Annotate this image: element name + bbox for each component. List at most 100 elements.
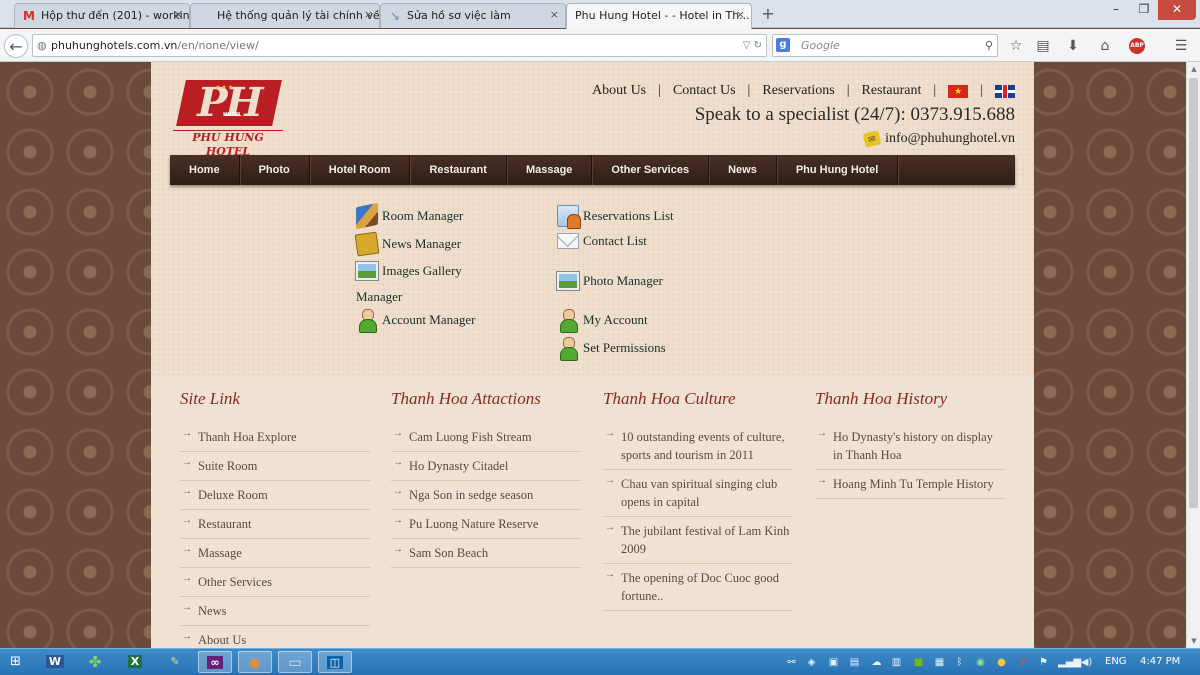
volume-tray-icon[interactable]: ◀) bbox=[1080, 655, 1093, 670]
nav-news[interactable]: News bbox=[709, 155, 777, 185]
list-item[interactable]: → Thanh Hoa Explore bbox=[180, 423, 370, 452]
list-item[interactable]: → Ho Dynasty's history on display in Than… bbox=[815, 423, 1005, 470]
new-tab-button[interactable]: + bbox=[758, 4, 778, 24]
bookmark-star-icon[interactable]: ☆ bbox=[1007, 37, 1025, 55]
tray-app-icon[interactable]: ▣ bbox=[827, 655, 840, 670]
contact-list-link[interactable]: Contact List bbox=[557, 233, 647, 249]
menu-icon[interactable]: ☰ bbox=[1172, 37, 1190, 55]
word-taskbar-icon[interactable]: W bbox=[38, 651, 72, 673]
my-account-link[interactable]: My Account bbox=[557, 309, 648, 333]
reload-icon[interactable]: ▽ ↻ bbox=[743, 35, 762, 56]
images-gallery-manager-link[interactable]: Images Gallery bbox=[356, 262, 462, 280]
bluetooth-tray-icon[interactable]: ᛒ bbox=[953, 655, 966, 670]
excel-taskbar-icon[interactable]: X bbox=[118, 651, 152, 673]
list-item[interactable]: → Ho Dynasty Citadel bbox=[391, 452, 581, 481]
nav-home[interactable]: Home bbox=[170, 155, 240, 185]
scroll-down-icon[interactable]: ▼ bbox=[1187, 634, 1200, 648]
tray-app-icon[interactable]: ▤ bbox=[848, 655, 861, 670]
close-icon[interactable]: × bbox=[550, 8, 559, 21]
flag-tray-icon[interactable]: ⚑ bbox=[1037, 655, 1050, 670]
tray-app-icon[interactable]: ▥ bbox=[890, 655, 903, 670]
tray-app-icon[interactable]: ◉ bbox=[974, 655, 987, 670]
list-item[interactable]: → Other Services bbox=[180, 568, 370, 597]
topnav-reservations[interactable]: Reservations bbox=[762, 83, 834, 99]
download-icon[interactable]: ⬇ bbox=[1064, 37, 1082, 55]
close-window-icon[interactable]: ✕ bbox=[1158, 0, 1196, 20]
search-icon[interactable]: ⚲ bbox=[985, 35, 993, 56]
bookmarks-icon[interactable]: ▤ bbox=[1034, 37, 1052, 55]
tray-app-icon[interactable]: ▦ bbox=[933, 655, 946, 670]
back-button[interactable]: ← bbox=[4, 34, 28, 58]
uk-flag-icon[interactable] bbox=[995, 84, 1015, 98]
nav-restaurant[interactable]: Restaurant bbox=[410, 155, 507, 185]
tray-app-icon[interactable]: ◈ bbox=[805, 655, 818, 670]
language-indicator[interactable]: ENG bbox=[1105, 656, 1127, 667]
network-tray-icon[interactable]: ▂▄▆ bbox=[1058, 655, 1081, 670]
clock[interactable]: 4:47 PM bbox=[1140, 656, 1180, 667]
nvidia-tray-icon[interactable]: ■ bbox=[912, 655, 925, 670]
link-tray-icon[interactable]: ⚯ bbox=[785, 655, 798, 670]
list-item[interactable]: → Nga Son in sedge season bbox=[391, 481, 581, 510]
close-icon[interactable]: × bbox=[174, 8, 183, 21]
clover-taskbar-icon[interactable]: ✤ bbox=[78, 651, 112, 673]
topnav-about-us[interactable]: About Us bbox=[592, 83, 646, 99]
list-item[interactable]: → Restaurant bbox=[180, 510, 370, 539]
close-icon[interactable]: × bbox=[364, 8, 373, 21]
photo-manager-link[interactable]: Photo Manager bbox=[557, 272, 663, 290]
address-bar[interactable]: ◍ phuhunghotels.com.vn/en/none/view/ ▽ ↻ bbox=[32, 34, 767, 57]
list-item[interactable]: → The jubilant festival of Lam Kinh 2009 bbox=[603, 517, 793, 564]
tray-app-icon[interactable]: V bbox=[1016, 655, 1029, 670]
topnav-contact-us[interactable]: Contact Us bbox=[673, 83, 736, 99]
tool-taskbar-icon[interactable]: ✎ bbox=[158, 651, 192, 673]
nav-massage[interactable]: Massage bbox=[507, 155, 593, 185]
nav-phu-hung-hotel[interactable]: Phu Hung Hotel bbox=[777, 155, 899, 185]
search-input[interactable]: g Google ⚲ bbox=[772, 34, 998, 57]
visual-studio-taskbar-icon[interactable]: ∞ bbox=[198, 651, 232, 673]
list-item[interactable]: → Pu Luong Nature Reserve bbox=[391, 510, 581, 539]
list-item[interactable]: → About Us bbox=[180, 626, 370, 648]
admin-label: Reservations List bbox=[583, 208, 674, 223]
reservations-list-link[interactable]: Reservations List bbox=[557, 205, 674, 229]
cloud-tray-icon[interactable]: ☁ bbox=[870, 655, 883, 670]
list-item[interactable]: → Suite Room bbox=[180, 452, 370, 481]
nav-hotel-room[interactable]: Hotel Room bbox=[310, 155, 411, 185]
list-item[interactable]: → The opening of Doc Cuoc good fortune.. bbox=[603, 564, 793, 611]
nav-other-services[interactable]: Other Services bbox=[592, 155, 710, 185]
room-manager-link[interactable]: Room Manager bbox=[356, 202, 463, 230]
outlook-taskbar-icon[interactable]: ◫ bbox=[318, 651, 352, 673]
firefox-taskbar-icon[interactable]: ◉ bbox=[238, 651, 272, 673]
tab-gmail[interactable]: M Hộp thư đến (201) - workin... × bbox=[14, 3, 190, 28]
set-permissions-link[interactable]: Set Permissions bbox=[557, 337, 666, 361]
list-item[interactable]: → Sam Son Beach bbox=[391, 539, 581, 568]
nav-photo[interactable]: Photo bbox=[240, 155, 310, 185]
vietnam-flag-icon[interactable]: ★ bbox=[948, 84, 969, 98]
hotel-logo[interactable]: PH ★★★ HOTEL PHU HUNG HOTEL bbox=[171, 79, 283, 160]
close-icon[interactable]: × bbox=[736, 8, 745, 21]
windows-start-icon[interactable]: ⊞ bbox=[10, 655, 24, 669]
topnav-restaurant[interactable]: Restaurant bbox=[862, 83, 922, 99]
list-item[interactable]: → Deluxe Room bbox=[180, 481, 370, 510]
images-gallery-manager-link-line2[interactable]: Manager bbox=[356, 289, 402, 305]
scrollbar-thumb[interactable] bbox=[1189, 78, 1198, 508]
home-icon[interactable]: ⌂ bbox=[1096, 37, 1114, 55]
list-item[interactable]: → Cam Luong Fish Stream bbox=[391, 423, 581, 452]
account-manager-link[interactable]: Account Manager bbox=[356, 309, 476, 333]
list-item[interactable]: → 10 outstanding events of culture, sport… bbox=[603, 423, 793, 470]
vertical-scrollbar[interactable]: ▲ ▼ bbox=[1186, 62, 1200, 648]
news-manager-link[interactable]: News Manager bbox=[354, 231, 461, 257]
maximize-icon[interactable]: ❐ bbox=[1130, 0, 1158, 20]
list-item[interactable]: → News bbox=[180, 597, 370, 626]
list-item[interactable]: → Chau van spiritual singing club opens i… bbox=[603, 470, 793, 517]
list-item[interactable]: → Hoang Minh Tu Temple History bbox=[815, 470, 1005, 499]
remote-taskbar-icon[interactable]: ▭ bbox=[278, 651, 312, 673]
contact-email[interactable]: ✉ info@phuhunghotel.vn bbox=[862, 130, 1015, 148]
tray-app-icon[interactable]: ● bbox=[995, 655, 1008, 670]
list-item[interactable]: → Massage bbox=[180, 539, 370, 568]
tab-finance[interactable]: Hệ thống quản lý tài chính về ... × bbox=[190, 3, 380, 28]
minimize-icon[interactable]: – bbox=[1102, 0, 1130, 20]
adblock-icon[interactable]: ABP bbox=[1129, 38, 1145, 54]
google-icon[interactable]: g bbox=[776, 38, 790, 52]
tab-resume[interactable]: ↘ Sửa hồ sơ việc làm × bbox=[380, 3, 566, 28]
tab-phu-hung-hotel[interactable]: Phu Hung Hotel - - Hotel in Th... × bbox=[566, 3, 752, 29]
scroll-up-icon[interactable]: ▲ bbox=[1187, 62, 1200, 76]
